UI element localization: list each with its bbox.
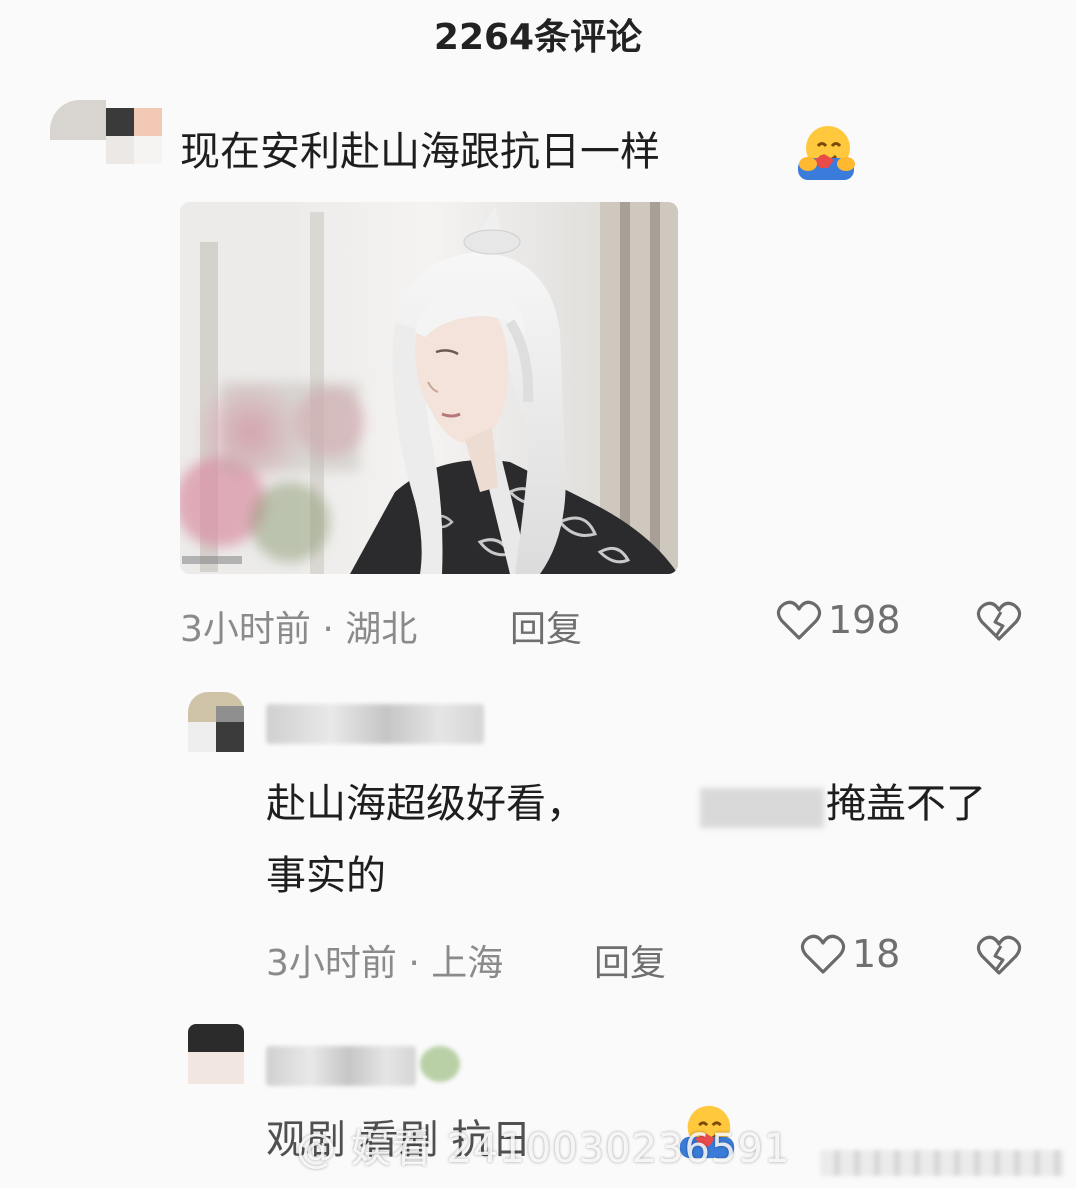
like-button[interactable]: 198 [776,598,901,642]
avatar[interactable] [188,692,244,752]
comment-time-location: 3小时前 · 上海 [266,943,504,984]
comment-time-location: 3小时前 · 湖北 [180,609,418,650]
avatar[interactable] [50,100,162,164]
heart-icon [776,600,822,640]
comment-text-line1-b: 掩盖不了 [826,781,986,827]
avatar[interactable] [188,1024,244,1084]
like-count: 18 [852,932,901,976]
broken-heart-icon[interactable] [976,600,1022,642]
like-button[interactable]: 18 [800,932,900,976]
censored-block [700,788,824,828]
username-blurred [266,1046,416,1086]
comment-image[interactable] [180,202,678,574]
username-emoji-blurred [420,1046,460,1082]
hugging-face-emoji-icon [798,126,855,180]
comment-text: 现在安利赴山海跟抗日一样 [180,129,660,175]
watermark: @ 娱看 2410030236591 [296,1126,791,1172]
comment-text-line2: 事实的 [266,853,386,899]
reply-button[interactable]: 回复 [510,600,582,652]
broken-heart-icon[interactable] [976,934,1022,976]
comments-count-title: 2264条评论 [433,17,643,58]
like-count: 198 [828,598,901,642]
reply-button[interactable]: 回复 [594,934,666,986]
comment-text-line1-a: 赴山海超级好看， [266,781,586,827]
username-blurred [266,704,484,744]
bottom-blur-strip [820,1150,1064,1176]
heart-icon [800,934,846,974]
